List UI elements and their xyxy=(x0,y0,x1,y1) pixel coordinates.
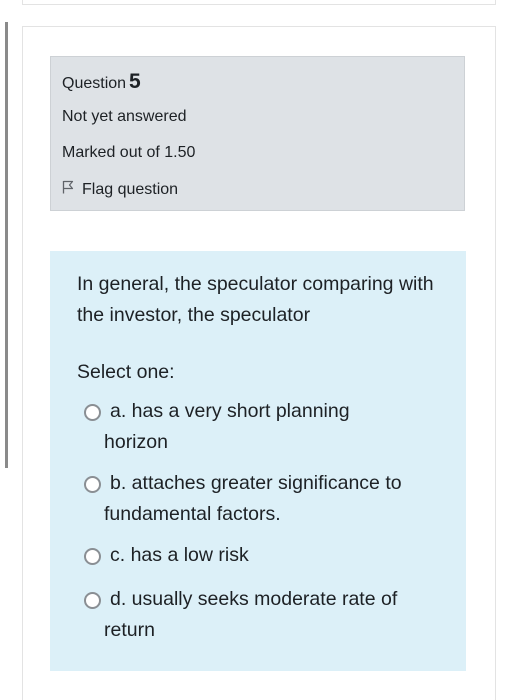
question-grade: Marked out of 1.50 xyxy=(62,144,196,161)
answer-option-d-label: d. usually seeks moderate rate of xyxy=(110,588,398,610)
quiz-page: Question 5 Not yet answered Marked out of… xyxy=(0,0,517,700)
flag-icon xyxy=(62,180,82,199)
answer-option-a-label-cont: horizon xyxy=(104,431,168,453)
question-number: 5 xyxy=(129,70,141,93)
answer-option-c-label: c. has a low risk xyxy=(110,544,249,566)
question-info-panel: Question 5 Not yet answered Marked out of… xyxy=(50,56,465,211)
radio-unchecked-icon[interactable] xyxy=(84,404,101,421)
question-content: In general, the speculator comparing wit… xyxy=(50,251,466,671)
question-title: Question 5 xyxy=(62,70,141,94)
question-text: In general, the speculator comparing wit… xyxy=(77,273,434,326)
question-label: Question xyxy=(62,75,127,92)
answer-option-a-label: a. has a very short planning xyxy=(110,400,350,422)
flag-question-link[interactable]: Flag question xyxy=(62,180,178,199)
radio-unchecked-icon[interactable] xyxy=(84,548,101,565)
radio-unchecked-icon[interactable] xyxy=(84,592,101,609)
answer-option-b-label: b. attaches greater significance to xyxy=(110,472,402,494)
scroll-indicator xyxy=(5,22,8,468)
previous-card-edge xyxy=(22,0,496,5)
answer-option-b-label-cont: fundamental factors. xyxy=(104,503,281,525)
question-state: Not yet answered xyxy=(62,108,187,125)
flag-question-label: Flag question xyxy=(82,180,179,198)
radio-unchecked-icon[interactable] xyxy=(84,476,101,493)
select-one-prompt: Select one: xyxy=(77,361,175,383)
answer-option-d-label-cont: return xyxy=(104,619,155,641)
